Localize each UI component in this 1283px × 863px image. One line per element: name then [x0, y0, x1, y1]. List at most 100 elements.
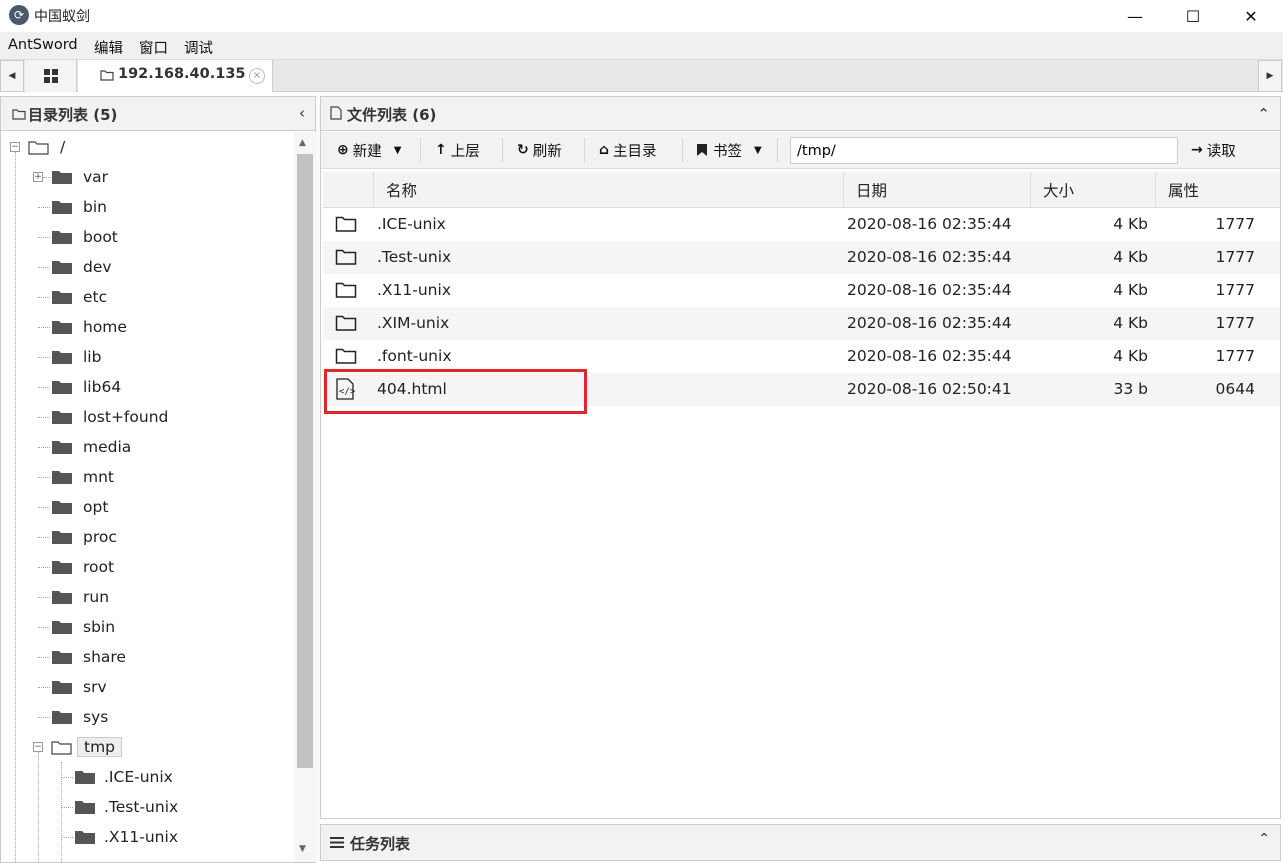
- scroll-up-icon[interactable]: ▲: [299, 138, 306, 148]
- plus-circle-icon: ⊕: [337, 142, 349, 158]
- tab-home-grid[interactable]: [25, 60, 77, 92]
- toolbar-divider: [420, 138, 421, 162]
- tree-root[interactable]: − /: [10, 133, 65, 161]
- tree-item-label: var: [83, 168, 109, 186]
- column-size[interactable]: 大小: [1030, 172, 1155, 208]
- up-button-label: 上层: [450, 143, 480, 160]
- tree-guide-line: [38, 567, 50, 568]
- tree-subitem[interactable]: .X11-unix: [74, 823, 178, 851]
- tree-item[interactable]: proc: [51, 523, 117, 551]
- collapse-left-icon[interactable]: ‹: [299, 104, 305, 122]
- tree-subitem[interactable]: .ICE-unix: [74, 763, 173, 791]
- tree-guide-line: [15, 152, 16, 862]
- tree-item[interactable]: lib: [51, 343, 101, 371]
- minimize-button[interactable]: —: [1106, 0, 1164, 32]
- tree-item-label: mnt: [83, 468, 114, 486]
- file-size: 4 Kb: [1113, 215, 1148, 233]
- icon-column-header: [323, 172, 373, 208]
- tree-item-label: boot: [83, 228, 118, 246]
- home-dir-button-label: 主目录: [613, 143, 657, 160]
- collapse-toggle-icon[interactable]: −: [10, 142, 20, 152]
- folder-icon: [75, 771, 95, 784]
- file-size: 4 Kb: [1113, 347, 1148, 365]
- scroll-down-icon[interactable]: ▼: [299, 844, 306, 854]
- folder-outline-icon: [335, 249, 357, 265]
- folder-icon: [52, 681, 72, 694]
- toolbar-divider: [682, 138, 683, 162]
- up-button[interactable]: ↑ 上层: [435, 138, 480, 162]
- read-button[interactable]: → 读取: [1191, 138, 1236, 162]
- file-date: 2020-08-16 02:35:44: [847, 281, 1012, 299]
- tree-item[interactable]: bin: [51, 193, 107, 221]
- tree-item-tmp[interactable]: − tmp: [33, 733, 123, 761]
- tree-item[interactable]: mnt: [51, 463, 114, 491]
- tab-close-icon[interactable]: ×: [249, 68, 265, 84]
- menu-bar: AntSword 编辑 窗口 调试: [0, 32, 1283, 60]
- expand-toggle-icon[interactable]: +: [33, 172, 43, 182]
- file-row[interactable]: .XIM-unix 2020-08-16 02:35:44 4 Kb 1777: [323, 307, 1280, 340]
- tree-scrollbar[interactable]: ▲ ▼: [294, 132, 316, 862]
- tree-item-label: etc: [83, 288, 108, 306]
- tree-item-label: srv: [83, 678, 107, 696]
- column-attr[interactable]: 属性: [1155, 172, 1280, 208]
- folder-icon: [52, 411, 72, 424]
- tree-item[interactable]: var: [51, 163, 108, 191]
- tree-item[interactable]: srv: [51, 673, 107, 701]
- tree-subitem[interactable]: .Test-unix: [74, 793, 178, 821]
- tree-item[interactable]: opt: [51, 493, 108, 521]
- task-panel-title: 任务列表: [350, 835, 411, 853]
- grid-icon: [43, 69, 58, 83]
- tab-connection[interactable]: 192.168.40.135 ×: [78, 60, 273, 92]
- tab-scroll-right-button[interactable]: ▶: [1258, 60, 1282, 92]
- tree-subitem-label: .X11-unix: [104, 828, 178, 846]
- file-type-icon: [335, 215, 357, 237]
- collapse-toggle-icon[interactable]: −: [33, 742, 43, 752]
- tree-item[interactable]: home: [51, 313, 127, 341]
- file-row[interactable]: .X11-unix 2020-08-16 02:35:44 4 Kb 1777: [323, 274, 1280, 307]
- directory-panel: 目录列表 (5) ‹ − / var + bin boot dev etc home lib l…: [0, 96, 316, 863]
- tree-item[interactable]: lost+found: [51, 403, 168, 431]
- tree-item[interactable]: sys: [51, 703, 108, 731]
- collapse-file-panel-icon[interactable]: ⌃: [1257, 105, 1270, 123]
- tree-guide-line: [38, 417, 50, 418]
- column-date[interactable]: 日期: [843, 172, 1030, 208]
- file-row[interactable]: .Test-unix 2020-08-16 02:35:44 4 Kb 1777: [323, 241, 1280, 274]
- menu-window[interactable]: 窗口: [139, 37, 168, 58]
- folder-icon: [75, 801, 95, 814]
- maximize-button[interactable]: ☐: [1164, 0, 1222, 32]
- home-dir-button[interactable]: ⌂ 主目录: [599, 138, 657, 162]
- tab-scroll-left-button[interactable]: ◀: [0, 60, 24, 92]
- scrollbar-thumb[interactable]: [297, 154, 313, 768]
- tree-item[interactable]: lib64: [51, 373, 121, 401]
- tree-item[interactable]: dev: [51, 253, 112, 281]
- tree-root-label: /: [60, 138, 66, 156]
- tree-item[interactable]: sbin: [51, 613, 115, 641]
- tree-item[interactable]: root: [51, 553, 114, 581]
- menu-antsword[interactable]: AntSword: [8, 37, 78, 53]
- tree-guide-line: [38, 537, 50, 538]
- tree-item[interactable]: share: [51, 643, 126, 671]
- path-input[interactable]: [790, 137, 1178, 164]
- bookmark-button[interactable]: 书签 ▼: [697, 138, 762, 162]
- folder-icon: [52, 291, 72, 304]
- tree-item[interactable]: media: [51, 433, 131, 461]
- tree-item[interactable]: etc: [51, 283, 107, 311]
- tree-item-tmp-label: tmp: [77, 737, 123, 757]
- refresh-button[interactable]: ↻ 刷新: [517, 138, 562, 162]
- file-size: 4 Kb: [1113, 248, 1148, 266]
- tree-item-label: lib: [83, 348, 102, 366]
- file-row[interactable]: .ICE-unix 2020-08-16 02:35:44 4 Kb 1777: [323, 208, 1280, 241]
- new-button[interactable]: ⊕ 新建 ▼: [337, 138, 401, 162]
- column-name[interactable]: 名称: [373, 172, 843, 208]
- folder-icon: [52, 561, 72, 574]
- directory-panel-header: 目录列表 (5) ‹: [1, 97, 315, 131]
- file-date: 2020-08-16 02:35:44: [847, 314, 1012, 332]
- tree-item[interactable]: boot: [51, 223, 118, 251]
- expand-task-panel-icon[interactable]: ⌃: [1258, 831, 1270, 847]
- menu-debug[interactable]: 调试: [184, 37, 213, 58]
- close-button[interactable]: ✕: [1222, 0, 1280, 32]
- file-date: 2020-08-16 02:35:44: [847, 248, 1012, 266]
- tree-guide-line: [38, 627, 50, 628]
- tree-item[interactable]: run: [51, 583, 109, 611]
- menu-edit[interactable]: 编辑: [94, 37, 123, 58]
